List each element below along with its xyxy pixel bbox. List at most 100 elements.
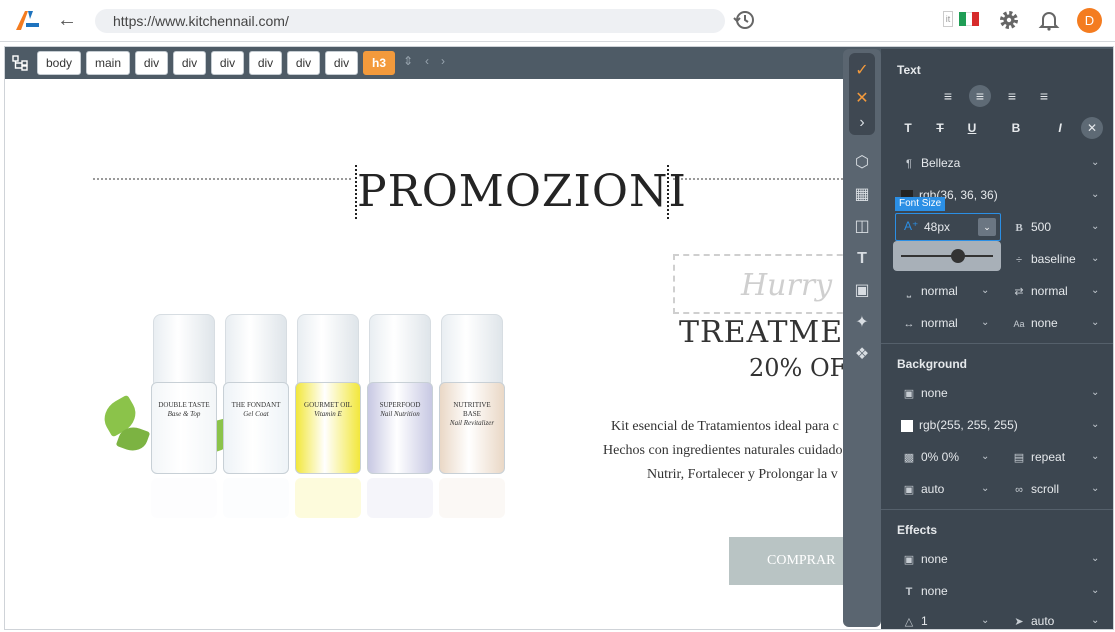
image-icon[interactable]: ▣ [850,279,874,303]
background-image-field[interactable]: ▣ none ⌄ [901,383,1101,403]
chevron-down-icon: ⌄ [1091,553,1100,564]
breadcrumb-item[interactable]: div [211,51,244,75]
bottle: THE FONDANT Gel Coat [223,314,289,518]
underline-icon[interactable]: U [961,117,983,139]
bottle-label: SUPERFOOD Nail Nutrition [379,401,421,418]
background-color-field[interactable]: rgb(255, 255, 255) ⌄ [901,415,1101,435]
breadcrumb-item[interactable]: div [287,51,320,75]
breadcrumb-item[interactable]: div [135,51,168,75]
selected-heading-box[interactable]: PROMOZIONI [355,165,686,219]
bottle-reflection [439,478,505,518]
font-size-field[interactable]: A⁺ 48px ⌄ [895,213,1001,241]
breadcrumb-item[interactable]: body [37,51,81,75]
bottle-label: THE FONDANT Gel Coat [231,401,281,418]
padding-icon[interactable]: ◫ [850,215,874,239]
italic-icon[interactable]: I [1049,117,1071,139]
letter-spacing-field[interactable]: ↔ normal ⌄ [901,313,991,333]
margin-icon[interactable]: ▦ [850,183,874,207]
align-right-icon[interactable]: ≡ [1001,85,1023,107]
chevron-down-icon: ⌄ [1091,317,1100,328]
breadcrumb-nav-arrows[interactable]: ⇕‹› [403,54,457,68]
section-divider [881,343,1113,344]
text-format-icon[interactable]: T [897,117,919,139]
chevron-down-icon: ⌄ [1091,451,1100,462]
bottle-cap [441,314,503,386]
breadcrumb-item[interactable]: div [173,51,206,75]
font-family-field[interactable]: ¶ Belleza ⌄ [901,153,1101,173]
word-wrap-field[interactable]: ⇄ normal ⌄ [1011,281,1101,301]
chevron-right-icon[interactable]: › [850,111,874,135]
check-icon[interactable]: ✓ [850,59,874,83]
align-center-icon[interactable]: ≡ [969,85,991,107]
background-attachment-field[interactable]: ∞ scroll ⌄ [1011,479,1101,499]
chevron-down-icon: ⌄ [1091,253,1100,264]
align-justify-icon[interactable]: ≡ [1033,85,1055,107]
breadcrumb-item[interactable]: main [86,51,130,75]
chevron-down-icon: ⌄ [1091,189,1100,200]
hurry-up-box[interactable]: Hurry Up [673,254,886,314]
chevron-down-icon: ⌄ [1091,221,1100,232]
language-selector[interactable]: it [943,11,981,29]
cube-icon[interactable]: ⬡ [850,151,874,175]
vertical-align-icon: ÷ [1015,254,1023,266]
background-position-field[interactable]: ▩ 0% 0% ⌄ [901,447,991,467]
breadcrumb-item-active[interactable]: h3 [363,51,395,75]
text-transform-field[interactable]: Aa none ⌄ [1011,313,1101,333]
bottle-cap [153,314,215,386]
dom-tree-icon[interactable] [12,55,28,71]
background-size-field[interactable]: ▣ auto ⌄ [901,479,991,499]
close-icon[interactable]: ✕ [850,87,874,111]
bottle-label: NUTRITIVE BASE Nail Revitalizer [449,401,495,427]
layers-icon[interactable]: ❖ [850,343,874,367]
description-line: Nutrir, Fortalecer y Prolongar la v [647,467,838,482]
white-space-icon: ⎵ [906,286,912,298]
description-line: Kit esencial de Tratamientos ideal para … [611,419,839,434]
page-title[interactable]: PROMOZIONI [357,165,686,219]
bottle-cap [369,314,431,386]
chevron-down-icon[interactable]: ⌄ [978,218,996,236]
user-avatar[interactable]: D [1077,8,1102,33]
bold-icon[interactable]: B [1005,117,1027,139]
vertical-align-field[interactable]: ÷ baseline ⌄ [1011,249,1101,269]
back-arrow-icon[interactable]: ← [56,9,78,31]
bottle-cap [225,314,287,386]
clear-format-icon[interactable]: ✕ [1081,117,1103,139]
cursor-field[interactable]: ➤ auto ⌄ [1011,611,1101,629]
text-icon[interactable]: T [850,247,874,271]
text-shadow-field[interactable]: Tnone ⌄ [901,581,1101,601]
bottle-body: THE FONDANT Gel Coat [223,382,289,474]
background-repeat-field[interactable]: ▤ repeat ⌄ [1011,447,1101,467]
font-weight-field[interactable]: B 500 ⌄ [1011,217,1101,237]
url-bar[interactable]: https://www.kitchennail.com/ [95,9,725,33]
bottle: NUTRITIVE BASE Nail Revitalizer [439,314,505,518]
app-logo[interactable] [14,9,40,31]
box-shadow-field[interactable]: ▣ none ⌄ [901,549,1101,569]
section-divider [881,509,1113,510]
section-title-effects: Effects [897,523,938,537]
bottle: SUPERFOOD Nail Nutrition [367,314,433,518]
chevron-down-icon: ⌄ [981,483,990,494]
bell-icon[interactable] [1038,9,1060,31]
gear-icon[interactable] [998,9,1020,31]
white-space-field[interactable]: ⎵ normal ⌄ [901,281,991,301]
history-icon[interactable] [733,9,755,31]
chevron-down-icon: ⌄ [981,451,990,462]
align-left-icon[interactable]: ≡ [937,85,959,107]
product-image: DOUBLE TASTE Base & Top THE FONDANT Gel Co… [97,309,517,539]
chevron-down-icon: ⌄ [1091,585,1100,596]
italy-flag-icon [959,12,980,26]
magic-wand-icon[interactable]: ✦ [850,311,874,335]
font-weight-icon: B [1015,222,1023,234]
strikethrough-icon[interactable]: T [929,117,951,139]
box-shadow-icon: ▣ [903,554,915,566]
bottle: DOUBLE TASTE Base & Top [151,314,217,518]
breadcrumb-item[interactable]: div [249,51,282,75]
editor-toolbar: ✓ ✕ › ⬡ ▦ ◫ T ▣ ✦ ❖ [843,49,881,627]
section-title-background: Background [897,357,968,371]
font-size-slider[interactable] [893,241,1001,271]
breadcrumb-item[interactable]: div [325,51,358,75]
bottle: GOURMET OIL Vitamin E [295,314,361,518]
slider-handle[interactable] [951,249,966,263]
opacity-field[interactable]: △ 1 ⌄ [901,611,991,629]
section-title-text: Text [897,63,921,77]
